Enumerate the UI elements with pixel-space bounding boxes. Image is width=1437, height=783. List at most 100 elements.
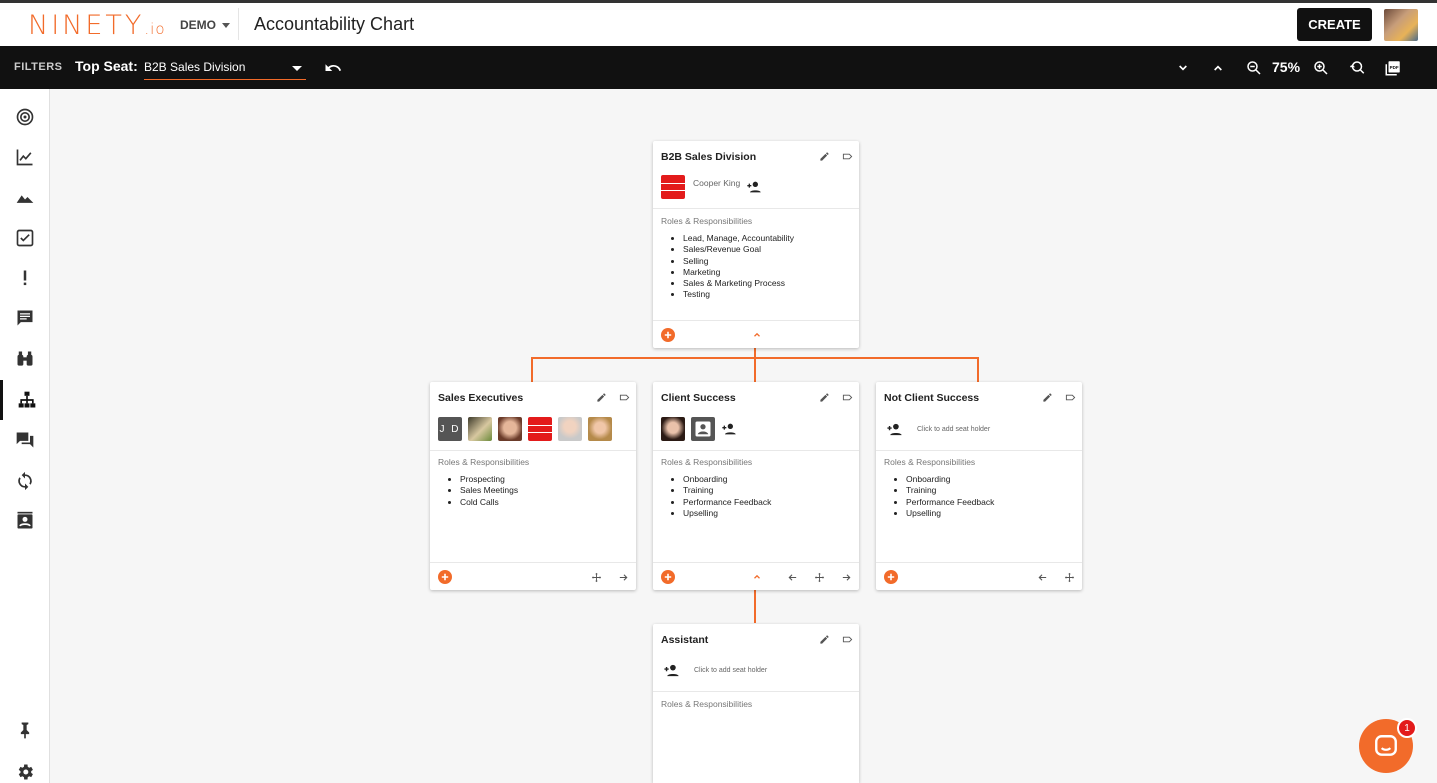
undo-icon[interactable] [323, 58, 343, 78]
svg-text:PDF: PDF [1390, 65, 1399, 70]
sidebar-item-scorecard[interactable] [0, 137, 50, 177]
sidebar-item-meetings[interactable] [0, 420, 50, 460]
role-item: Onboarding [906, 474, 994, 485]
seat-holder-avatar[interactable] [498, 417, 522, 441]
expand-up-icon[interactable] [1208, 58, 1228, 78]
card-divider [653, 450, 859, 451]
arrow-left-icon[interactable] [1035, 570, 1049, 584]
seat-card-not-client-success[interactable]: Not Client Success Click to add seat hol… [876, 382, 1082, 590]
roles-list: Onboarding Training Performance Feedback… [906, 474, 994, 519]
seat-holder-avatar[interactable]: J D [438, 417, 462, 441]
edit-icon[interactable] [819, 634, 830, 645]
edit-icon[interactable] [819, 392, 830, 403]
card-footer [653, 562, 859, 590]
create-button[interactable]: CREATE [1297, 8, 1372, 41]
label-icon[interactable] [619, 392, 630, 403]
edit-icon[interactable] [596, 392, 607, 403]
roles-label: Roles & Responsibilities [661, 699, 753, 709]
arrow-right-icon[interactable] [616, 570, 630, 584]
seat-holder-avatar[interactable] [691, 417, 715, 441]
add-seat-button[interactable] [661, 328, 675, 342]
sidebar-item-settings[interactable] [0, 752, 50, 783]
forum-icon [16, 432, 34, 448]
sidebar-item-directory[interactable] [0, 501, 50, 541]
arrow-right-icon[interactable] [839, 570, 853, 584]
sidebar [0, 89, 50, 783]
label-icon[interactable] [1065, 392, 1076, 403]
seat-card-b2b-sales-division[interactable]: B2B Sales Division Cooper King Roles & R… [653, 141, 859, 348]
zoom-reset-icon[interactable] [1347, 58, 1367, 78]
seat-holder-avatar[interactable] [528, 417, 552, 441]
collapse-up-icon[interactable] [750, 328, 764, 342]
add-seat-button[interactable] [884, 570, 898, 584]
pdf-export-icon[interactable]: PDF [1383, 58, 1403, 78]
top-seat-label: Top Seat: [75, 58, 138, 74]
seat-holder-avatar[interactable] [661, 417, 685, 441]
sidebar-item-goals[interactable] [0, 97, 50, 137]
arrow-left-icon[interactable] [785, 570, 799, 584]
seat-holder-name: Cooper King [693, 178, 741, 188]
move-icon[interactable] [1062, 570, 1076, 584]
label-icon[interactable] [842, 151, 853, 162]
add-person-icon[interactable] [746, 179, 762, 195]
edit-icon[interactable] [819, 151, 830, 162]
connector-line [754, 590, 756, 623]
sidebar-item-rocks[interactable] [0, 177, 50, 217]
role-item: Upselling [906, 508, 994, 519]
add-seat-holder-hint[interactable]: Click to add seat holder [694, 667, 767, 674]
user-avatar[interactable] [1384, 9, 1418, 41]
zoom-in-icon[interactable] [1311, 58, 1331, 78]
sidebar-item-issues[interactable] [0, 258, 50, 298]
edit-icon[interactable] [1042, 392, 1053, 403]
card-divider [430, 450, 636, 451]
role-item: Training [906, 485, 994, 496]
add-person-icon[interactable] [663, 662, 680, 679]
collapse-up-icon[interactable] [750, 570, 764, 584]
seat-holder-avatar[interactable] [468, 417, 492, 441]
role-item: Marketing [683, 267, 794, 278]
page-title: Accountability Chart [254, 14, 415, 34]
zoom-level: 75% [1272, 59, 1301, 75]
sidebar-item-headlines[interactable] [0, 298, 50, 338]
exclamation-icon [23, 270, 27, 286]
sidebar-item-accountability[interactable] [0, 380, 50, 420]
role-item: Training [683, 485, 771, 496]
label-icon[interactable] [842, 634, 853, 645]
role-item: Performance Feedback [683, 497, 771, 508]
gear-icon [18, 764, 33, 780]
seat-holder-avatar[interactable] [661, 175, 685, 199]
add-person-icon[interactable] [886, 421, 903, 438]
workspace-switcher[interactable]: DEMO [180, 18, 230, 32]
sidebar-item-pin[interactable] [0, 710, 50, 750]
filters-label: FILTERS [14, 61, 63, 73]
sidebar-item-vision[interactable] [0, 339, 50, 379]
ninety-logo[interactable]: NINETY.io [28, 10, 166, 41]
move-icon[interactable] [812, 570, 826, 584]
top-seat-select[interactable]: B2B Sales Division [144, 56, 306, 80]
seat-card-assistant[interactable]: Assistant Click to add seat holder Roles… [653, 624, 859, 783]
role-item: Cold Calls [460, 497, 518, 508]
role-item: Lead, Manage, Accountability [683, 233, 794, 244]
seat-card-client-success[interactable]: Client Success Roles & Responsibilities … [653, 382, 859, 590]
add-person-icon[interactable] [721, 421, 737, 437]
collapse-down-icon[interactable] [1173, 58, 1193, 78]
role-item: Onboarding [683, 474, 771, 485]
label-icon[interactable] [842, 392, 853, 403]
role-item: Prospecting [460, 474, 518, 485]
seat-holder-avatar[interactable] [558, 417, 582, 441]
add-seat-button[interactable] [661, 570, 675, 584]
seat-card-sales-executives[interactable]: Sales Executives J D Roles & Responsibil… [430, 382, 636, 590]
zoom-out-icon[interactable] [1244, 58, 1264, 78]
sidebar-item-process[interactable] [0, 461, 50, 501]
seat-holder-avatar[interactable] [588, 417, 612, 441]
sidebar-item-todos[interactable] [0, 218, 50, 258]
move-icon[interactable] [589, 570, 603, 584]
seat-title: B2B Sales Division [661, 151, 757, 163]
role-item: Sales Meetings [460, 485, 518, 496]
workspace-label: DEMO [180, 18, 216, 32]
add-seat-button[interactable] [438, 570, 452, 584]
role-item: Sales/Revenue Goal [683, 244, 794, 255]
connector-line [531, 357, 533, 382]
card-divider [876, 450, 1082, 451]
add-seat-holder-hint[interactable]: Click to add seat holder [917, 426, 990, 433]
